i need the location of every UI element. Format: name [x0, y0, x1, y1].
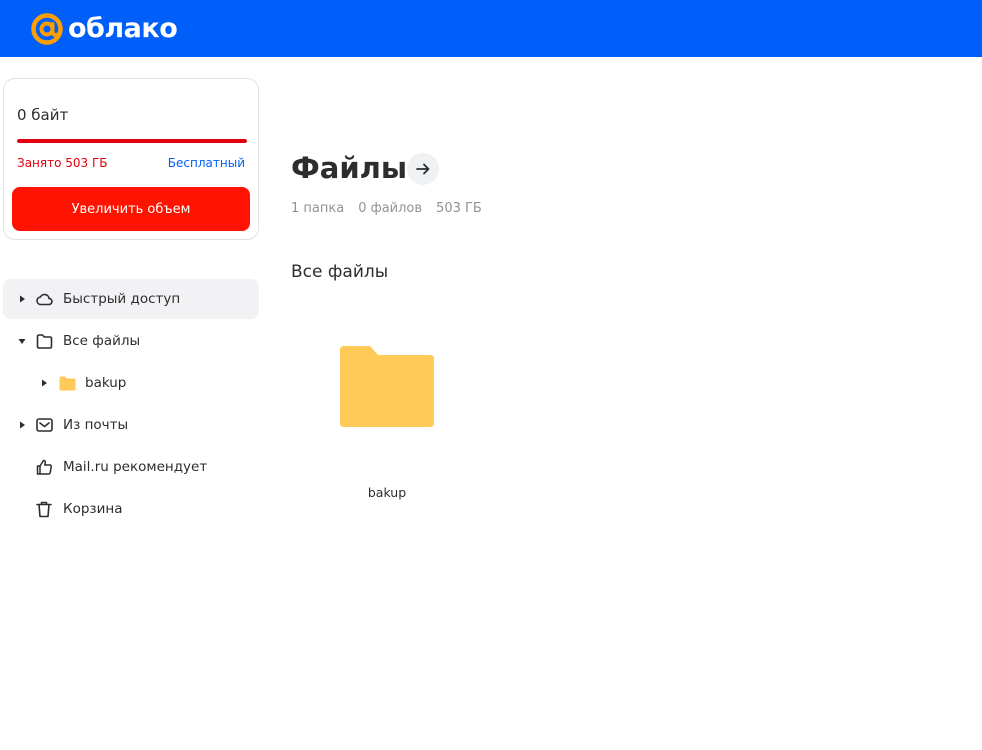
folder-stats: 1 папка 0 файлов 503 ГБ	[291, 201, 482, 216]
mail-icon	[35, 416, 53, 434]
storage-size: 0 байт	[17, 106, 69, 124]
sidebar-item-label: Корзина	[63, 501, 123, 517]
top-bar: облако	[0, 0, 982, 57]
storage-usage-fill	[17, 139, 247, 143]
sidebar-item-trash[interactable]: Корзина	[3, 489, 259, 529]
trash-icon	[35, 500, 53, 518]
logo-text: облако	[68, 13, 178, 44]
folder-count: 1 папка	[291, 201, 345, 216]
cloud-icon	[35, 290, 53, 308]
total-size: 503 ГБ	[436, 201, 482, 216]
sidebar-item-label: Из почты	[63, 417, 129, 433]
storage-usage-bar	[17, 139, 247, 143]
arrow-right-icon	[416, 163, 430, 175]
logo[interactable]: облако	[30, 11, 178, 47]
sidebar-item-from-mail[interactable]: Из почты	[3, 405, 259, 445]
folder-name: bakup	[367, 485, 407, 500]
sidebar-item-all-files[interactable]: Все файлы	[3, 321, 259, 361]
storage-plan-link[interactable]: Бесплатный	[168, 156, 245, 170]
sidebar-item-quick-access[interactable]: Быстрый доступ	[3, 279, 259, 319]
sidebar-item-label: Быстрый доступ	[63, 291, 181, 307]
sidebar-item-label: Mail.ru рекомендует	[63, 459, 208, 475]
caret-right-icon[interactable]	[17, 294, 27, 304]
folder-outline-icon	[35, 332, 53, 350]
upgrade-storage-button[interactable]: Увеличить объем	[12, 187, 250, 231]
sidebar-item-bakup[interactable]: bakup	[3, 363, 259, 403]
storage-card: 0 байт Занято 503 ГБ Бесплатный Увеличит…	[3, 78, 259, 240]
folder-filled-icon	[58, 374, 76, 392]
thumbs-up-icon	[35, 458, 53, 476]
page-title: Файлы	[291, 151, 408, 185]
section-title: Все файлы	[291, 262, 389, 282]
caret-right-icon[interactable]	[39, 378, 49, 388]
open-arrow-button[interactable]	[407, 153, 439, 185]
caret-right-icon[interactable]	[17, 420, 27, 430]
sidebar-item-label: bakup	[85, 375, 127, 391]
sidebar-item-label: Все файлы	[63, 333, 141, 349]
sidebar-nav: Быстрый доступ Все файлы bakup Из почты	[3, 279, 259, 531]
folder-icon	[340, 346, 434, 427]
at-sign-icon	[31, 13, 63, 45]
caret-down-icon[interactable]	[17, 336, 27, 346]
file-count: 0 файлов	[358, 201, 423, 216]
folder-tile[interactable]: bakup	[316, 330, 458, 510]
storage-used-text: Занято 503 ГБ	[17, 156, 108, 170]
sidebar-item-recommends[interactable]: Mail.ru рекомендует	[3, 447, 259, 487]
